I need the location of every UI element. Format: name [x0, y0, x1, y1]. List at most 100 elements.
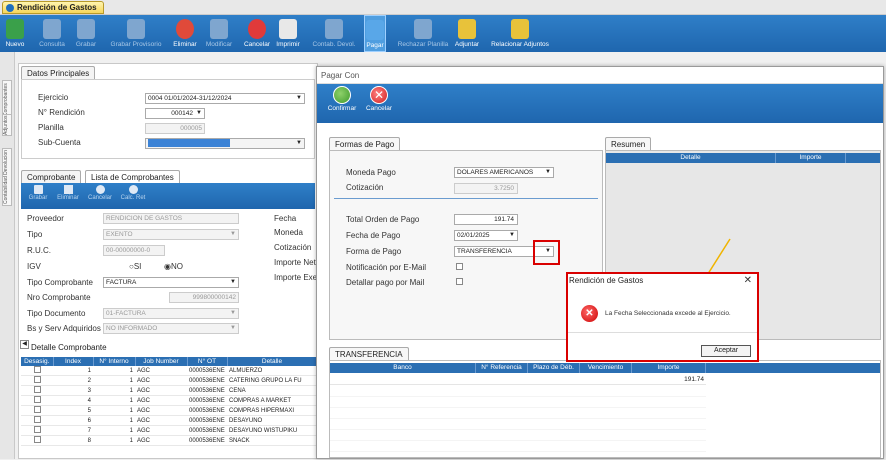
toolbar-button-4[interactable]: Eliminar: [171, 15, 199, 52]
row-checkbox[interactable]: [33, 386, 41, 393]
table-row[interactable]: 5 1 AGC 0000536ENE COMPRAS HIPERMAXI: [21, 405, 317, 416]
detallar-pago-checkbox[interactable]: [456, 278, 463, 285]
transferencia-panel: Banco N° Referencia Plazo de Déb. Vencim…: [329, 360, 881, 458]
table-row[interactable]: 7 1 AGC 0000536ENE DESAYUNO WISTUPIKU: [21, 425, 317, 436]
fecha-pago-select[interactable]: 02/01/2025 ▼: [454, 230, 518, 241]
moneda-pago-select[interactable]: DOLARES AMERICANOS ▼: [454, 167, 554, 178]
desasig-cell[interactable]: [21, 415, 53, 426]
nrend-select[interactable]: 000142 ▼: [145, 108, 205, 119]
nro-comprobante-field: 999800000142: [169, 292, 239, 303]
tab-lista-comprobantes[interactable]: Lista de Comprobantes: [85, 170, 180, 183]
aceptar-button[interactable]: Aceptar: [701, 345, 751, 357]
eliminar-button[interactable]: Eliminar: [55, 185, 81, 201]
toolbar-button-1[interactable]: Consulta: [36, 15, 68, 52]
col-n-ot[interactable]: N° OT: [187, 357, 228, 366]
row-checkbox[interactable]: [33, 376, 41, 383]
col-n-referencia[interactable]: N° Referencia: [476, 363, 528, 373]
cancelar-pago-button[interactable]: ✕ Cancelar: [363, 86, 395, 112]
calc-ret-button[interactable]: Calc. Ret: [119, 185, 147, 201]
desasig-cell[interactable]: [21, 375, 53, 386]
app-icon: [6, 4, 14, 12]
search-doc-icon: [43, 19, 61, 39]
toolbar-button-0[interactable]: Nuevo: [4, 15, 26, 52]
row-checkbox[interactable]: [33, 426, 41, 433]
toolbar-button-6[interactable]: Cancelar: [241, 15, 273, 52]
side-tab-strip: Comprobantes Adjuntos Contabilidad Devol…: [0, 52, 15, 459]
cancelar-button[interactable]: Cancelar: [87, 185, 113, 201]
app-tab[interactable]: Rendición de Gastos: [2, 1, 104, 14]
tab-detalle-comprobante[interactable]: Detalle Comprobante: [20, 341, 112, 354]
col-plazo-deb[interactable]: Plazo de Déb.: [528, 363, 580, 373]
tipo-comprobante-label: Tipo Comprobante: [27, 278, 93, 287]
toolbar-button-12[interactable]: Relacionar Adjuntos: [488, 15, 552, 52]
row-checkbox[interactable]: [33, 436, 41, 443]
col-detalle[interactable]: Detalle: [227, 357, 317, 366]
col-n-interno[interactable]: N° Interno: [93, 357, 136, 366]
detalle-cell: COMPRAS HIPERMAXI: [227, 405, 317, 416]
notificacion-email-checkbox[interactable]: [456, 263, 463, 270]
desasig-cell[interactable]: [21, 395, 53, 406]
row-checkbox[interactable]: [33, 366, 41, 373]
confirmar-button[interactable]: Confirmar: [325, 86, 359, 112]
cancel-icon: [248, 19, 266, 39]
pagar-con-window: Pagar Con Confirmar ✕ Cancelar Formas de …: [316, 66, 884, 459]
res-col-importe[interactable]: Importe: [776, 153, 846, 163]
job-number-cell: AGC: [135, 415, 187, 426]
table-row[interactable]: 1 1 AGC 0000536ENE ALMUERZO: [21, 366, 317, 376]
table-row[interactable]: 8 1 AGC 0000536ENE SNACK: [21, 435, 317, 446]
cotizacion-pago-field: 3.7250: [454, 183, 518, 194]
col-importe[interactable]: Importe: [632, 363, 706, 373]
ejercicio-select[interactable]: 0004 01/01/2024-31/12/2024 ▼: [145, 93, 305, 104]
toolbar-button-10[interactable]: Rechazar Planilla: [396, 15, 450, 52]
toolbar-button-7[interactable]: Imprimir: [274, 15, 302, 52]
col-vencimiento[interactable]: Vencimiento: [580, 363, 632, 373]
table-row[interactable]: 2 1 AGC 0000536ENE CATERING GRUPO LA FU: [21, 375, 317, 386]
planilla-field: 000005: [145, 123, 205, 134]
tab-datos-principales[interactable]: Datos Principales: [21, 66, 96, 79]
desasig-cell[interactable]: [21, 405, 53, 416]
index-cell: 1: [53, 366, 93, 376]
subcuenta-select[interactable]: ▼: [145, 138, 305, 149]
desasig-cell[interactable]: [21, 385, 53, 396]
toolbar-button-3[interactable]: Grabar Provisorio: [106, 15, 166, 52]
chevron-down-icon: ▼: [230, 310, 236, 316]
toolbar-label: Contab. Devol.: [312, 41, 356, 48]
tab-comprobante[interactable]: Comprobante: [21, 170, 82, 183]
toolbar-button-5[interactable]: Modificar: [203, 15, 235, 52]
side-tab-contabilidad[interactable]: Contabilidad Devolucion: [2, 148, 12, 206]
row-checkbox[interactable]: [33, 406, 41, 413]
table-row[interactable]: 191.74: [330, 375, 706, 385]
table-row[interactable]: 3 1 AGC 0000536ENE CENA: [21, 385, 317, 396]
grabar-button[interactable]: Grabar: [27, 185, 49, 201]
toolbar-button-2[interactable]: Grabar: [72, 15, 100, 52]
proveedor-field: RENDICION DE GASTOS: [103, 213, 239, 224]
col-banco[interactable]: Banco: [330, 363, 476, 373]
col-index[interactable]: Index: [53, 357, 94, 366]
bs-serv-label: Bs y Serv Adquiridos: [27, 324, 101, 333]
tab-formas-de-pago[interactable]: Formas de Pago: [329, 137, 401, 150]
igv-si-radio[interactable]: ○SI: [129, 262, 141, 271]
toolbar-button-8[interactable]: Contab. Devol.: [308, 15, 360, 52]
table-row[interactable]: 6 1 AGC 0000536ENE DESAYUNO: [21, 415, 317, 426]
total-orden-field[interactable]: 191.74: [454, 214, 518, 225]
table-row[interactable]: 4 1 AGC 0000536ENE COMPRAS A MARKET: [21, 395, 317, 406]
tab-transferencia[interactable]: TRANSFERENCIA: [329, 347, 409, 360]
close-icon[interactable]: ✕: [744, 275, 752, 286]
desasig-cell[interactable]: [21, 435, 53, 446]
subcuenta-label: Sub-Cuenta: [38, 138, 81, 147]
res-col-detalle[interactable]: Detalle: [606, 153, 776, 163]
desasig-cell[interactable]: [21, 366, 53, 376]
bs-serv-select: NO INFORMADO ▼: [103, 323, 239, 334]
desasig-cell[interactable]: [21, 425, 53, 436]
toolbar-button-9[interactable]: Pagar: [364, 15, 386, 52]
row-checkbox[interactable]: [33, 396, 41, 403]
row-checkbox[interactable]: [33, 416, 41, 423]
col-job-number[interactable]: Job Number: [135, 357, 188, 366]
side-tab-adjuntos[interactable]: Adjuntos: [2, 114, 12, 136]
tab-resumen[interactable]: Resumen: [605, 137, 652, 150]
igv-no-radio[interactable]: ◉NO: [164, 262, 183, 271]
tipo-comprobante-select[interactable]: FACTURA ▼: [103, 277, 239, 288]
nrend-label: N° Rendición: [38, 108, 85, 117]
toolbar-button-11[interactable]: Adjuntar: [453, 15, 481, 52]
col-desasig[interactable]: Desasig.: [21, 357, 54, 366]
